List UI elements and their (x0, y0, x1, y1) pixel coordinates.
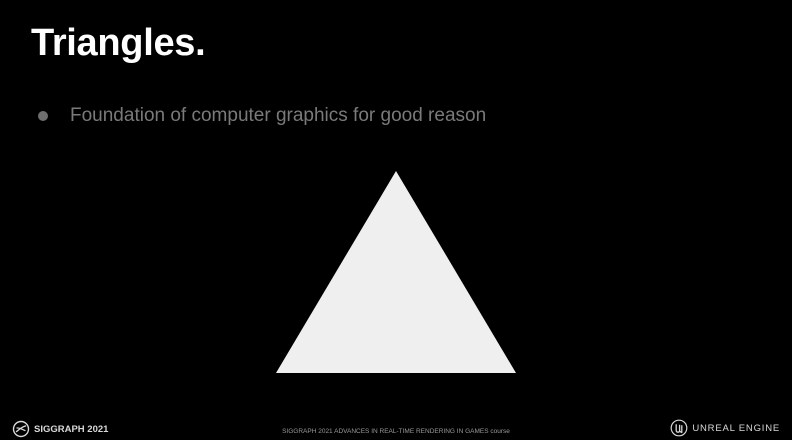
bullet-dot-icon (38, 111, 48, 121)
footer-right-label: UNREAL ENGINE (692, 422, 780, 434)
bullet-list: Foundation of computer graphics for good… (38, 102, 486, 130)
bullet-item: Foundation of computer graphics for good… (38, 102, 486, 130)
bullet-text: Foundation of computer graphics for good… (70, 105, 487, 126)
slide: Triangles. Foundation of computer graphi… (0, 0, 792, 440)
unreal-engine-logo-icon (670, 419, 688, 437)
slide-title: Triangles. (31, 22, 206, 64)
footer-unreal: UNREAL ENGINE (670, 418, 780, 438)
triangle-polygon (276, 171, 516, 373)
triangle-shape (276, 171, 516, 373)
